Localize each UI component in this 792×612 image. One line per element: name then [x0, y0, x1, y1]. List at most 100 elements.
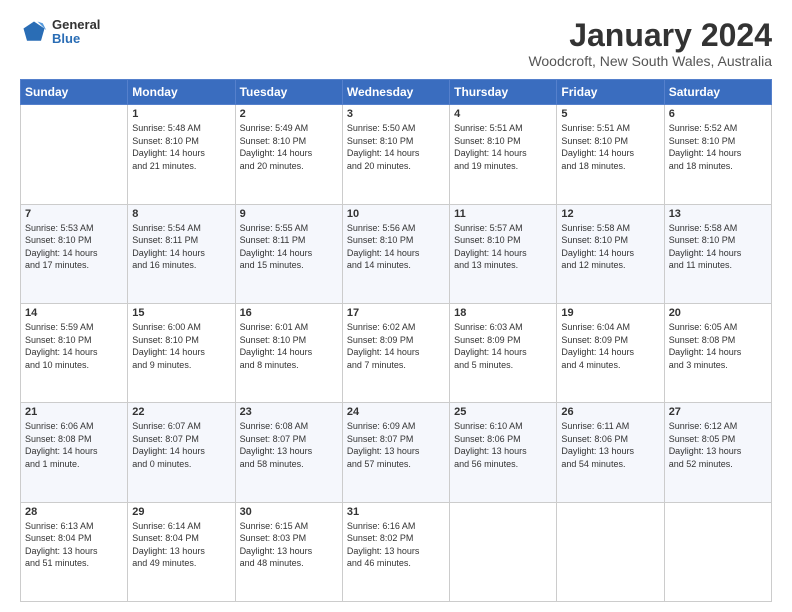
calendar-cell: 3Sunrise: 5:50 AM Sunset: 8:10 PM Daylig…	[342, 105, 449, 204]
weekday-header-thursday: Thursday	[450, 80, 557, 105]
calendar-cell	[450, 502, 557, 601]
day-info: Sunrise: 6:04 AM Sunset: 8:09 PM Dayligh…	[561, 321, 659, 371]
logo-text: General Blue	[52, 18, 100, 47]
day-number: 11	[454, 208, 552, 220]
week-row-5: 28 Sunrise: 6:13 AM Sunset: 8:04 PM Dayli…	[21, 502, 772, 601]
calendar-cell: 14 Sunrise: 5:59 AM Sunset: 8:10 PM Dayli…	[21, 303, 128, 402]
calendar-cell: 27 Sunrise: 6:12 AM Sunset: 8:05 PM Dayli…	[664, 403, 771, 502]
day-info: Sunrise: 6:12 AM Sunset: 8:05 PM Dayligh…	[669, 420, 767, 470]
week-row-1: 1Sunrise: 5:48 AM Sunset: 8:10 PM Daylig…	[21, 105, 772, 204]
day-info: Sunrise: 5:54 AM Sunset: 8:11 PM Dayligh…	[132, 222, 230, 272]
day-info: Sunrise: 5:55 AM Sunset: 8:11 PM Dayligh…	[240, 222, 338, 272]
day-info: Sunrise: 6:01 AM Sunset: 8:10 PM Dayligh…	[240, 321, 338, 371]
day-number: 9	[240, 208, 338, 220]
calendar-cell: 19 Sunrise: 6:04 AM Sunset: 8:09 PM Dayli…	[557, 303, 664, 402]
weekday-header-friday: Friday	[557, 80, 664, 105]
day-number: 15	[132, 307, 230, 319]
day-info: Sunrise: 6:11 AM Sunset: 8:06 PM Dayligh…	[561, 420, 659, 470]
day-info: Sunrise: 6:03 AM Sunset: 8:09 PM Dayligh…	[454, 321, 552, 371]
title-block: January 2024 Woodcroft, New South Wales,…	[528, 18, 772, 69]
calendar-cell: 31 Sunrise: 6:16 AM Sunset: 8:02 PM Dayli…	[342, 502, 449, 601]
day-info: Sunrise: 5:51 AM Sunset: 8:10 PM Dayligh…	[454, 122, 552, 172]
day-number: 22	[132, 406, 230, 418]
calendar-cell: 7Sunrise: 5:53 AM Sunset: 8:10 PM Daylig…	[21, 204, 128, 303]
week-row-3: 14 Sunrise: 5:59 AM Sunset: 8:10 PM Dayli…	[21, 303, 772, 402]
day-info: Sunrise: 5:59 AM Sunset: 8:10 PM Dayligh…	[25, 321, 123, 371]
day-number: 28	[25, 506, 123, 518]
logo-icon	[20, 18, 48, 46]
calendar-cell: 29Sunrise: 6:14 AM Sunset: 8:04 PM Dayli…	[128, 502, 235, 601]
day-number: 8	[132, 208, 230, 220]
calendar-cell: 12Sunrise: 5:58 AM Sunset: 8:10 PM Dayli…	[557, 204, 664, 303]
day-info: Sunrise: 5:50 AM Sunset: 8:10 PM Dayligh…	[347, 122, 445, 172]
day-info: Sunrise: 6:16 AM Sunset: 8:02 PM Dayligh…	[347, 520, 445, 570]
calendar-cell: 17 Sunrise: 6:02 AM Sunset: 8:09 PM Dayli…	[342, 303, 449, 402]
weekday-header-row: SundayMondayTuesdayWednesdayThursdayFrid…	[21, 80, 772, 105]
calendar-cell: 8 Sunrise: 5:54 AM Sunset: 8:11 PM Daylig…	[128, 204, 235, 303]
logo-blue: Blue	[52, 32, 100, 46]
day-number: 4	[454, 108, 552, 120]
calendar-cell: 25 Sunrise: 6:10 AM Sunset: 8:06 PM Dayli…	[450, 403, 557, 502]
calendar-table: SundayMondayTuesdayWednesdayThursdayFrid…	[20, 79, 772, 602]
calendar-cell: 26 Sunrise: 6:11 AM Sunset: 8:06 PM Dayli…	[557, 403, 664, 502]
day-info: Sunrise: 5:52 AM Sunset: 8:10 PM Dayligh…	[669, 122, 767, 172]
calendar-cell: 21Sunrise: 6:06 AM Sunset: 8:08 PM Dayli…	[21, 403, 128, 502]
day-number: 17	[347, 307, 445, 319]
day-info: Sunrise: 6:10 AM Sunset: 8:06 PM Dayligh…	[454, 420, 552, 470]
day-info: Sunrise: 5:48 AM Sunset: 8:10 PM Dayligh…	[132, 122, 230, 172]
calendar-cell: 10Sunrise: 5:56 AM Sunset: 8:10 PM Dayli…	[342, 204, 449, 303]
calendar-cell: 24 Sunrise: 6:09 AM Sunset: 8:07 PM Dayli…	[342, 403, 449, 502]
calendar-cell: 18Sunrise: 6:03 AM Sunset: 8:09 PM Dayli…	[450, 303, 557, 402]
weekday-header-saturday: Saturday	[664, 80, 771, 105]
day-info: Sunrise: 6:05 AM Sunset: 8:08 PM Dayligh…	[669, 321, 767, 371]
header: General Blue January 2024 Woodcroft, New…	[20, 18, 772, 69]
day-number: 24	[347, 406, 445, 418]
day-info: Sunrise: 6:08 AM Sunset: 8:07 PM Dayligh…	[240, 420, 338, 470]
day-info: Sunrise: 6:02 AM Sunset: 8:09 PM Dayligh…	[347, 321, 445, 371]
week-row-2: 7Sunrise: 5:53 AM Sunset: 8:10 PM Daylig…	[21, 204, 772, 303]
day-number: 23	[240, 406, 338, 418]
calendar-cell: 16 Sunrise: 6:01 AM Sunset: 8:10 PM Dayli…	[235, 303, 342, 402]
calendar-cell: 2Sunrise: 5:49 AM Sunset: 8:10 PM Daylig…	[235, 105, 342, 204]
day-info: Sunrise: 5:58 AM Sunset: 8:10 PM Dayligh…	[669, 222, 767, 272]
calendar-cell: 22Sunrise: 6:07 AM Sunset: 8:07 PM Dayli…	[128, 403, 235, 502]
logo-general: General	[52, 18, 100, 32]
day-number: 16	[240, 307, 338, 319]
calendar-cell: 20Sunrise: 6:05 AM Sunset: 8:08 PM Dayli…	[664, 303, 771, 402]
logo: General Blue	[20, 18, 100, 47]
day-number: 5	[561, 108, 659, 120]
day-number: 14	[25, 307, 123, 319]
day-info: Sunrise: 6:00 AM Sunset: 8:10 PM Dayligh…	[132, 321, 230, 371]
calendar-cell: 1Sunrise: 5:48 AM Sunset: 8:10 PM Daylig…	[128, 105, 235, 204]
day-number: 30	[240, 506, 338, 518]
day-number: 19	[561, 307, 659, 319]
day-info: Sunrise: 6:09 AM Sunset: 8:07 PM Dayligh…	[347, 420, 445, 470]
day-info: Sunrise: 6:13 AM Sunset: 8:04 PM Dayligh…	[25, 520, 123, 570]
day-info: Sunrise: 6:15 AM Sunset: 8:03 PM Dayligh…	[240, 520, 338, 570]
weekday-header-wednesday: Wednesday	[342, 80, 449, 105]
day-number: 25	[454, 406, 552, 418]
weekday-header-sunday: Sunday	[21, 80, 128, 105]
calendar-cell: 5 Sunrise: 5:51 AM Sunset: 8:10 PM Daylig…	[557, 105, 664, 204]
calendar-cell: 13Sunrise: 5:58 AM Sunset: 8:10 PM Dayli…	[664, 204, 771, 303]
page: General Blue January 2024 Woodcroft, New…	[0, 0, 792, 612]
calendar-cell	[557, 502, 664, 601]
calendar-cell: 9 Sunrise: 5:55 AM Sunset: 8:11 PM Daylig…	[235, 204, 342, 303]
calendar-cell	[664, 502, 771, 601]
week-row-4: 21Sunrise: 6:06 AM Sunset: 8:08 PM Dayli…	[21, 403, 772, 502]
day-info: Sunrise: 5:57 AM Sunset: 8:10 PM Dayligh…	[454, 222, 552, 272]
day-number: 21	[25, 406, 123, 418]
calendar-cell: 23 Sunrise: 6:08 AM Sunset: 8:07 PM Dayli…	[235, 403, 342, 502]
day-info: Sunrise: 5:49 AM Sunset: 8:10 PM Dayligh…	[240, 122, 338, 172]
calendar-cell: 28 Sunrise: 6:13 AM Sunset: 8:04 PM Dayli…	[21, 502, 128, 601]
calendar-cell: 11 Sunrise: 5:57 AM Sunset: 8:10 PM Dayli…	[450, 204, 557, 303]
day-info: Sunrise: 5:51 AM Sunset: 8:10 PM Dayligh…	[561, 122, 659, 172]
calendar-cell: 15 Sunrise: 6:00 AM Sunset: 8:10 PM Dayli…	[128, 303, 235, 402]
calendar-cell: 6Sunrise: 5:52 AM Sunset: 8:10 PM Daylig…	[664, 105, 771, 204]
day-number: 29	[132, 506, 230, 518]
day-number: 26	[561, 406, 659, 418]
day-number: 31	[347, 506, 445, 518]
day-number: 27	[669, 406, 767, 418]
weekday-header-monday: Monday	[128, 80, 235, 105]
day-number: 7	[25, 208, 123, 220]
